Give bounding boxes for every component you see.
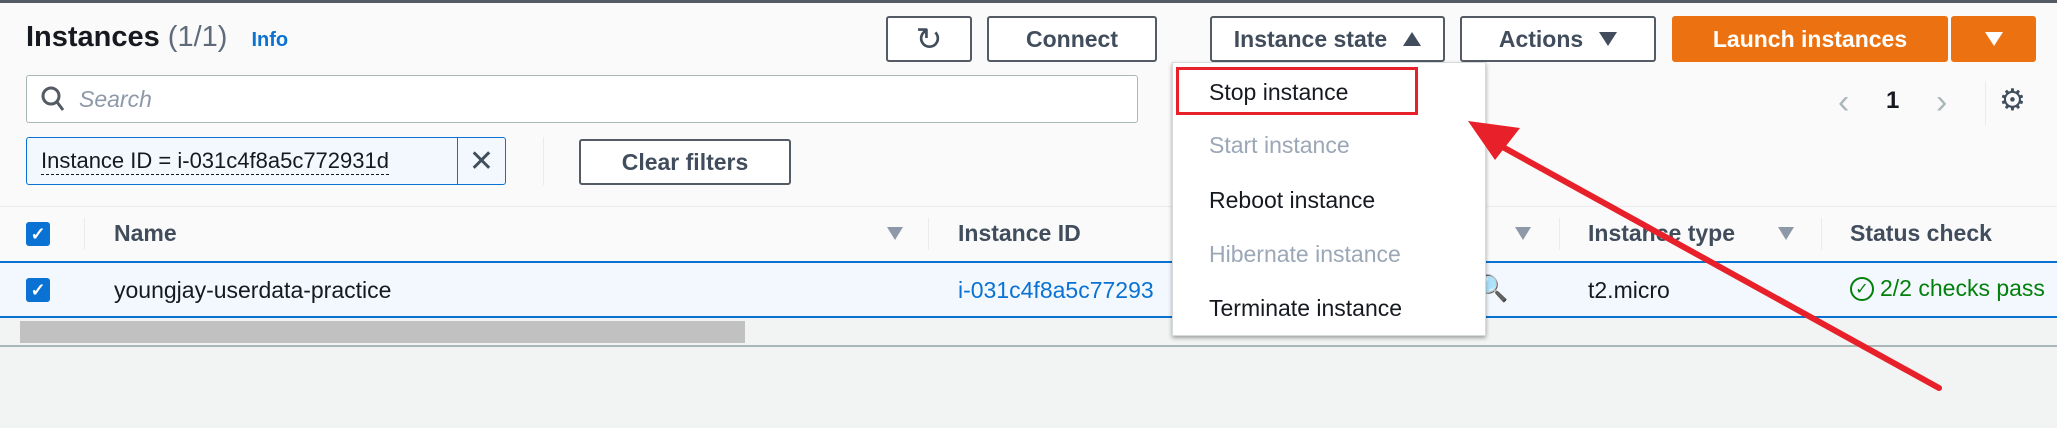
annotation-arrow: [1468, 121, 1942, 391]
arrow-shaft: [1487, 137, 1942, 391]
